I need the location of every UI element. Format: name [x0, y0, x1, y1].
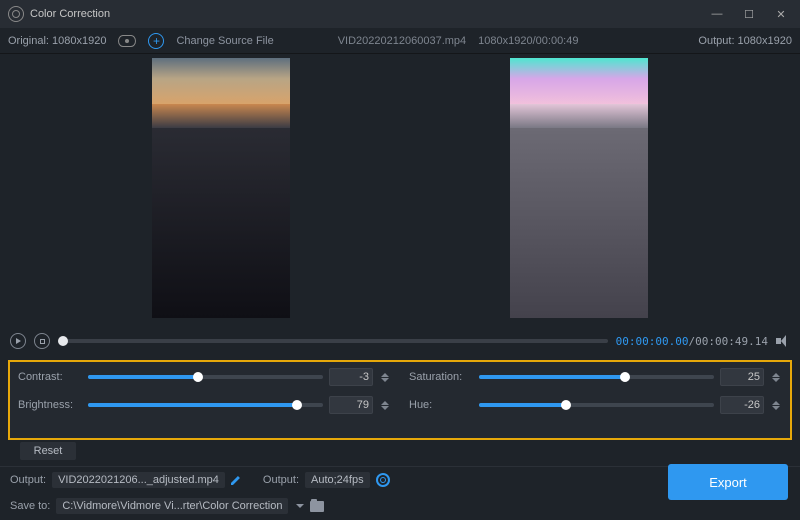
change-source-button[interactable]: Change Source File — [176, 35, 273, 47]
add-source-icon[interactable]: + — [148, 33, 164, 49]
brightness-thumb[interactable] — [292, 400, 302, 410]
reset-button[interactable]: Reset — [20, 442, 76, 460]
output-settings-text: Auto;24fps — [311, 474, 364, 486]
source-file-name: VID20220212060037.mp4 — [338, 35, 466, 47]
original-dimensions-label: Original: 1080x1920 — [8, 35, 106, 47]
contrast-thumb[interactable] — [193, 372, 203, 382]
saturation-slider[interactable] — [479, 375, 714, 379]
transport-bar: 00:00:00.00/00:00:49.14 — [0, 326, 800, 356]
output-settings-field[interactable]: Auto;24fps — [305, 472, 370, 488]
open-folder-icon[interactable] — [310, 501, 324, 512]
saturation-label: Saturation: — [409, 371, 473, 383]
output-settings-label: Output: — [263, 474, 299, 486]
save-path-field[interactable]: C:\Vidmore\Vidmore Vi...rter\Color Corre… — [56, 498, 288, 514]
saturation-thumb[interactable] — [620, 372, 630, 382]
brightness-label: Brightness: — [18, 399, 82, 411]
output-filename-field[interactable]: VID2022021206..._adjusted.mp4 — [52, 472, 225, 488]
app-icon — [8, 6, 24, 22]
preview-toggle-icon[interactable] — [118, 35, 136, 47]
source-file-meta: 1080x1920/00:00:49 — [478, 35, 578, 47]
window-title: Color Correction — [30, 8, 110, 20]
brightness-value[interactable]: 79 — [329, 396, 373, 414]
output-settings-icon[interactable] — [376, 473, 390, 487]
hue-value[interactable]: -26 — [720, 396, 764, 414]
output-dimensions-label: Output: 1080x1920 — [698, 35, 792, 47]
window-controls: — ☐ ✕ — [710, 8, 792, 21]
timecode: 00:00:00.00/00:00:49.14 — [616, 335, 768, 348]
edit-filename-icon[interactable] — [231, 475, 241, 485]
save-to-label: Save to: — [10, 500, 50, 512]
hue-row: Hue: -26 — [409, 396, 782, 414]
timeline-track[interactable] — [58, 339, 608, 343]
play-button[interactable] — [10, 333, 26, 349]
close-button[interactable]: ✕ — [774, 8, 788, 21]
duration: /00:00:49.14 — [689, 335, 768, 348]
hue-label: Hue: — [409, 399, 473, 411]
brightness-spinner[interactable] — [381, 401, 391, 410]
contrast-row: Contrast: -3 — [18, 368, 391, 386]
original-preview — [152, 58, 290, 318]
brightness-row: Brightness: 79 — [18, 396, 391, 414]
hue-thumb[interactable] — [561, 400, 571, 410]
save-path-dropdown-icon[interactable] — [296, 504, 304, 508]
hue-slider[interactable] — [479, 403, 714, 407]
hue-spinner[interactable] — [772, 401, 782, 410]
adjusted-preview — [510, 58, 648, 318]
color-controls-panel: Contrast: -3 Saturation: 25 Brightness: — [8, 360, 792, 440]
playhead[interactable] — [58, 336, 68, 346]
output-filename-label: Output: — [10, 474, 46, 486]
export-button[interactable]: Export — [668, 464, 788, 500]
contrast-slider[interactable] — [88, 375, 323, 379]
file-info-bar: Original: 1080x1920 + Change Source File… — [0, 28, 800, 54]
preview-area — [0, 54, 800, 326]
saturation-spinner[interactable] — [772, 373, 782, 382]
output-filename-text: VID2022021206..._adjusted.mp4 — [58, 474, 219, 486]
minimize-button[interactable]: — — [710, 8, 724, 21]
saturation-value[interactable]: 25 — [720, 368, 764, 386]
saturation-row: Saturation: 25 — [409, 368, 782, 386]
volume-icon[interactable] — [776, 335, 790, 347]
maximize-button[interactable]: ☐ — [742, 8, 756, 21]
current-time: 00:00:00.00 — [616, 335, 689, 348]
brightness-slider[interactable] — [88, 403, 323, 407]
title-bar: Color Correction — ☐ ✕ — [0, 0, 800, 28]
contrast-value[interactable]: -3 — [329, 368, 373, 386]
stop-button[interactable] — [34, 333, 50, 349]
contrast-label: Contrast: — [18, 371, 82, 383]
contrast-spinner[interactable] — [381, 373, 391, 382]
